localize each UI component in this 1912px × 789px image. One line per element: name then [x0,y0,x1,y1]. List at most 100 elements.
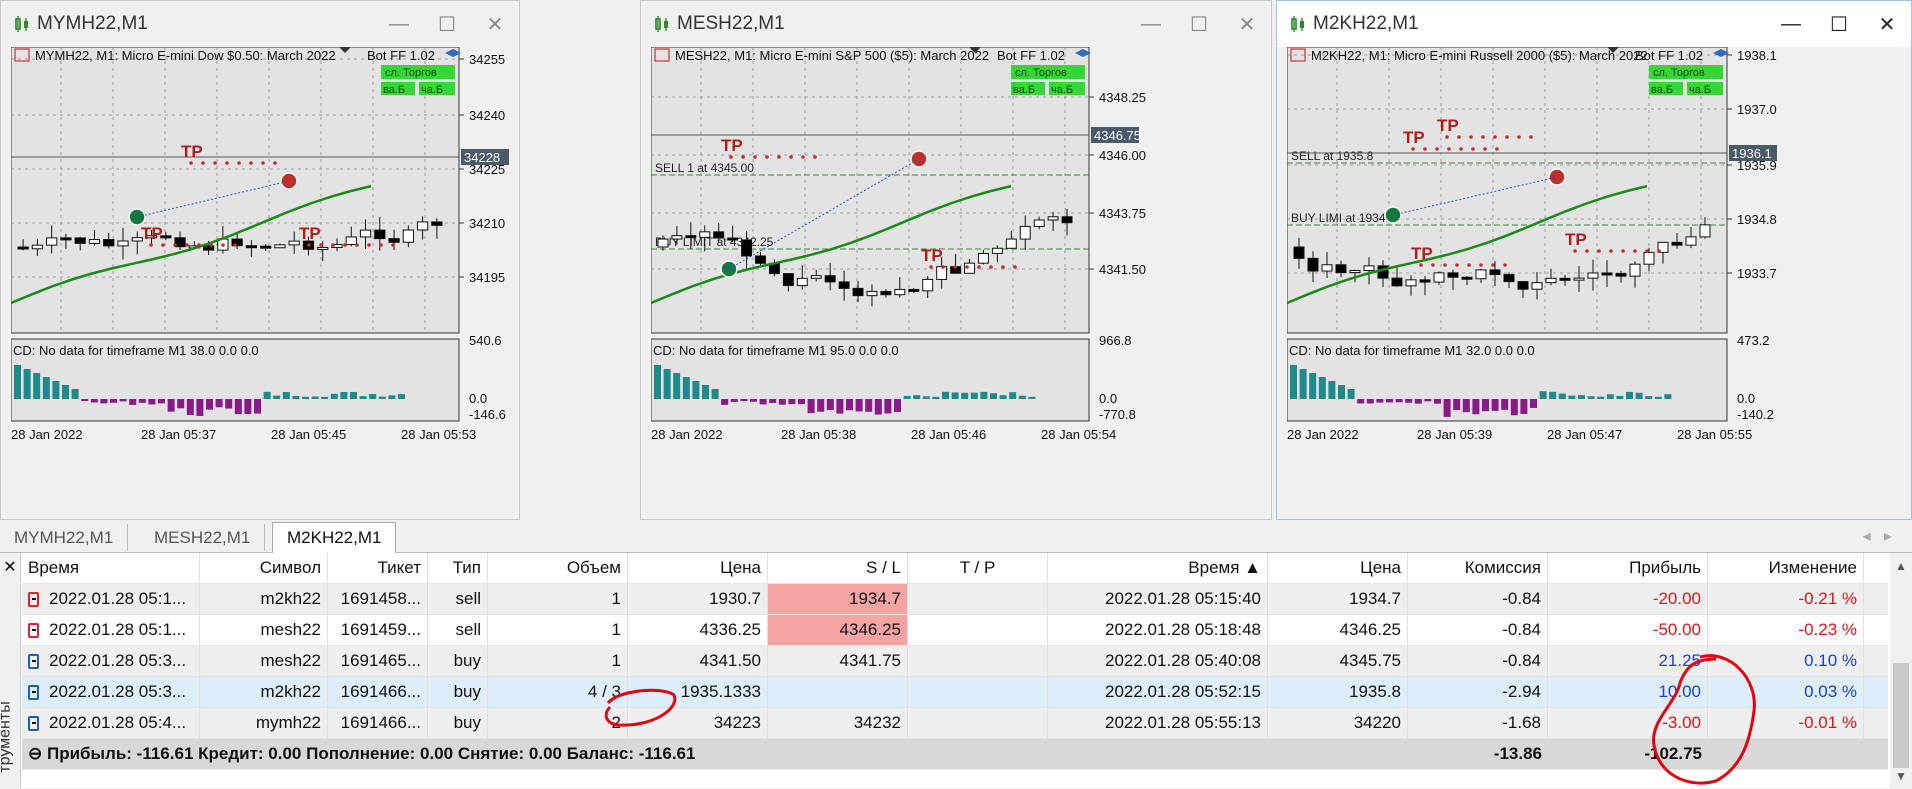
minimize-icon[interactable]: — [375,13,423,36]
candle [1489,269,1501,276]
scroll-up-icon[interactable]: ▲ [1895,559,1907,573]
table-row[interactable]: 2022.01.28 05:3... mesh22 1691465... buy 1 43… [22,646,1888,677]
histogram-bar [263,391,271,399]
column-header[interactable]: T / P [908,553,1048,583]
candle [699,231,711,238]
maximize-icon[interactable]: ☐ [423,12,471,37]
histogram-bar [369,394,377,399]
column-header[interactable]: S / L [768,553,908,583]
candle [431,221,443,226]
candle [359,229,372,238]
histogram-bar [702,385,709,399]
tp-dot [149,243,153,247]
column-header[interactable]: Время ▲ [1048,553,1268,583]
window-titlebar[interactable]: MYMH22,M1 — ☐ ✕ [1,1,519,47]
tab-scroll-arrows[interactable]: ◂ ▸ [1863,526,1892,546]
tp-dot [753,155,757,159]
candle [416,221,429,231]
column-header[interactable]: Комиссия [1408,553,1548,583]
column-header[interactable]: Прибыль [1548,553,1708,583]
tp-dot [989,265,993,269]
vertical-scrollbar[interactable]: ▲ ▼ [1890,553,1912,788]
maximize-icon[interactable]: ☐ [1175,12,1223,37]
column-header[interactable]: Цена [628,553,768,583]
histogram-bar [282,392,290,399]
indicator-scale-label: 0.0 [469,391,487,406]
collapse-icon[interactable]: ⊖ [28,744,47,763]
cell-close_price: 1935.8 [1268,677,1408,707]
cell-type: buy [428,646,488,676]
tp-dot [1001,265,1005,269]
window-titlebar[interactable]: M2KH22,M1 — ☐ ✕ [1277,1,1911,47]
tp-dot [343,243,347,247]
maximize-icon[interactable]: ☐ [1815,12,1863,37]
close-icon[interactable]: ✕ [471,12,519,37]
indicator-scale-label: -140.2 [1737,407,1774,422]
histogram-bar [71,389,79,399]
candle [274,244,286,249]
column-header[interactable]: Время [22,553,200,583]
column-header[interactable]: Объем [488,553,628,583]
candle [1447,272,1459,278]
cell-close_price: 4346.25 [1268,615,1408,645]
cell-ticket: 1691465... [328,646,428,676]
tab-m2kh22[interactable]: M2KH22,M1 [272,522,397,553]
column-header[interactable]: Изменение [1708,553,1864,583]
price-chart[interactable]: SELL at 1935.8 BUY LIMI at 1934.5 TP TP TP TP… [1287,47,1903,517]
histogram-bar [167,399,175,412]
candle [852,287,864,297]
table-row[interactable]: 2022.01.28 05:1... m2kh22 1691458... sell 1 1… [22,584,1888,615]
minimize-icon[interactable]: — [1767,13,1815,36]
scrollbar-thumb[interactable] [1893,663,1909,768]
cell-price: 4336.25 [628,615,768,645]
chart-window-m2kh22[interactable]: M2KH22,M1 — ☐ ✕ SELL at 1935.8 BUY LIMI a… [1276,0,1912,520]
chart-window-mymh22[interactable]: MYMH22,M1 — ☐ ✕ TP TP TP MYMH22, M1: Micro … [0,0,520,520]
histogram-bar [922,396,930,399]
table-row[interactable]: 2022.01.28 05:4... mymh22 1691466... buy 2 34… [22,708,1888,739]
stop-trading-label: сл. Торгов [385,67,437,79]
minimize-icon[interactable]: — [1127,13,1175,36]
chart-window-mesh22[interactable]: MESH22,M1 — ☐ ✕ SELL 1 at 4345.00 BUY LIM… [640,0,1272,520]
column-header[interactable]: Тип [428,553,488,583]
scroll-down-icon[interactable]: ▼ [1895,769,1907,783]
tp-dot [1529,135,1533,139]
close-icon[interactable]: ✕ [1863,12,1911,37]
column-header[interactable]: Тикет [328,553,428,583]
time-tick-label: 28 Jan 05:55 [1677,427,1752,442]
indicator-scale-label: 966.8 [1099,333,1132,348]
histogram-bar [1366,399,1374,404]
button-b-label: ча.Б [1051,84,1073,96]
table-row[interactable]: 2022.01.28 05:3... m2kh22 1691466... buy 4 /… [22,677,1888,708]
summary-label: Прибыль: -116.61 Кредит: 0.00 Пополнение… [46,744,696,763]
price-tick-label: 1933.7 [1737,266,1777,281]
candle [1517,281,1529,290]
cell-symbol: m2kh22 [200,584,328,614]
candle [103,239,115,247]
histogram-bar [1376,399,1384,403]
column-header[interactable]: Символ [200,553,328,583]
cell-close_time: 2022.01.28 05:52:15 [1048,677,1268,707]
cell-tp [908,646,1048,676]
table-row[interactable]: 2022.01.28 05:1... mesh22 1691459... sell 1 4… [22,615,1888,646]
histogram-bar [1587,396,1595,399]
candle [657,238,669,248]
price-chart[interactable]: TP TP TP MYMH22, M1: Micro E-mini Dow $0.50… [11,47,511,517]
close-icon[interactable]: ✕ [0,557,20,577]
histogram-bar [62,385,69,399]
candle [810,275,822,279]
histogram-bar [980,391,988,399]
price-chart[interactable]: SELL 1 at 4345.00BUY LIMIT at 4342.25TPT… [651,47,1263,517]
tp-dot [1657,249,1661,253]
histogram-bar [388,395,396,399]
tab-mesh22[interactable]: MESH22,M1 [140,524,266,551]
tp-label: TP [921,246,943,265]
stop-trading-label: сл. Торгов [1015,67,1067,79]
window-titlebar[interactable]: MESH22,M1 — ☐ ✕ [641,1,1271,47]
close-icon[interactable]: ✕ [1223,12,1271,37]
tp-dot [1457,135,1461,139]
current-price-label: 1936.1 [1732,146,1772,161]
column-header[interactable]: Цена [1268,553,1408,583]
cell-symbol: mesh22 [200,646,328,676]
tp-dot [391,243,395,247]
tab-mymh22[interactable]: MYMH22,M1 [0,524,129,551]
